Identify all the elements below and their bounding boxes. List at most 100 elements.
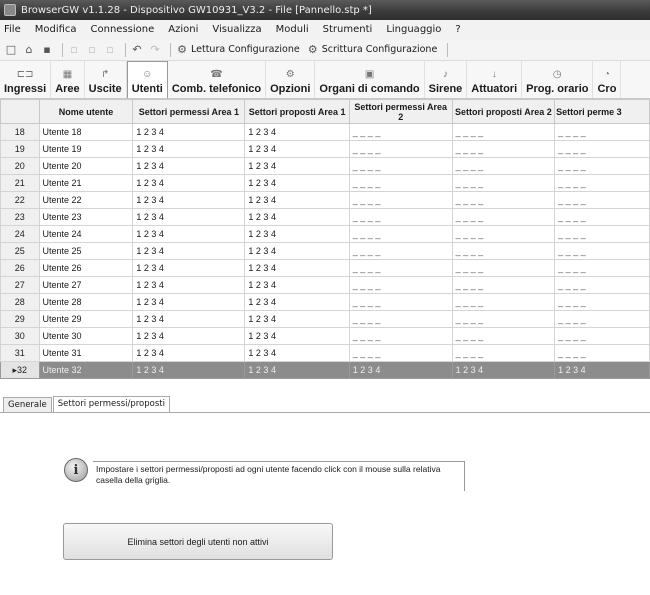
copy-icon[interactable]: ▫ — [85, 43, 99, 57]
row-number[interactable]: 22 — [0, 191, 40, 209]
tab-opzioni[interactable]: ⚙ Opzioni — [266, 61, 316, 98]
table-row[interactable]: 22 Utente 22 1 2 3 41 2 3 4 _ _ _ _ _ _ _ _ _… — [0, 191, 650, 209]
user-name-cell[interactable]: Utente 32 — [38, 361, 134, 379]
sector-cell[interactable]: 1 2 3 4 — [132, 191, 246, 209]
sector-cell[interactable]: 1 2 3 4 — [244, 327, 350, 345]
tab-cro[interactable]: ◔ Cro — [593, 61, 622, 98]
write-config-button[interactable]: ⚙ Scrittura Configurazione — [306, 43, 438, 57]
sector-cell[interactable]: 1 2 3 4 — [244, 344, 350, 362]
sector-cell[interactable]: _ _ _ _ — [554, 344, 650, 362]
menu-moduli[interactable]: Moduli — [276, 24, 309, 35]
column-header[interactable]: Settori proposti Area 1 — [244, 99, 350, 124]
menu-strumenti[interactable]: Strumenti — [323, 24, 373, 35]
tab-prog-orario[interactable]: ◷ Prog. orario — [522, 61, 594, 98]
table-row[interactable]: 31 Utente 31 1 2 3 41 2 3 4 _ _ _ _ _ _ _ _ _… — [0, 344, 650, 362]
sector-cell[interactable]: 1 2 3 4 — [348, 361, 453, 379]
sector-cell[interactable]: _ _ _ _ — [451, 157, 556, 175]
sector-cell[interactable]: 1 2 3 4 — [132, 242, 246, 260]
sector-cell[interactable]: 1 2 3 4 — [244, 140, 350, 158]
sector-cell[interactable]: _ _ _ _ — [348, 225, 453, 243]
tab-organi-di-comando[interactable]: ▣ Organi di comando — [315, 61, 425, 98]
sector-cell[interactable]: _ _ _ _ — [554, 276, 650, 294]
sector-cell[interactable]: 1 2 3 4 — [244, 208, 350, 226]
row-number[interactable]: 27 — [0, 276, 40, 294]
sector-cell[interactable]: _ _ _ _ — [554, 293, 650, 311]
table-row-selected[interactable]: ▸32 Utente 32 1 2 3 41 2 3 41 2 3 41 2 3 4… — [0, 361, 650, 379]
sector-cell[interactable]: _ _ _ _ — [348, 191, 453, 209]
row-number[interactable]: 30 — [0, 327, 40, 345]
sector-cell[interactable]: _ _ _ _ — [451, 140, 556, 158]
menu-linguaggio[interactable]: Linguaggio — [386, 24, 441, 35]
sector-cell[interactable]: _ _ _ _ — [554, 191, 650, 209]
table-row[interactable]: 20 Utente 20 1 2 3 41 2 3 4 _ _ _ _ _ _ _ _ _… — [0, 157, 650, 175]
row-number[interactable]: 29 — [0, 310, 40, 328]
user-name-cell[interactable]: Utente 21 — [38, 174, 134, 192]
sector-cell[interactable]: _ _ _ _ — [451, 276, 556, 294]
table-row[interactable]: 19 Utente 19 1 2 3 41 2 3 4 _ _ _ _ _ _ _ _ _… — [0, 140, 650, 158]
sector-cell[interactable]: _ _ _ _ — [348, 174, 453, 192]
open-folder-icon[interactable]: ⌂ — [22, 43, 36, 57]
user-name-cell[interactable]: Utente 25 — [38, 242, 134, 260]
column-header[interactable]: Nome utente — [38, 99, 134, 124]
row-number[interactable]: 26 — [0, 259, 40, 277]
sector-cell[interactable]: _ _ _ _ — [348, 157, 453, 175]
user-name-cell[interactable]: Utente 19 — [38, 140, 134, 158]
menu-file[interactable]: File — [4, 24, 21, 35]
sector-cell[interactable]: _ _ _ _ — [348, 293, 453, 311]
tab-comb-telefonico[interactable]: ☎ Comb. telefonico — [168, 61, 267, 98]
sector-cell[interactable]: _ _ _ _ — [451, 259, 556, 277]
user-name-cell[interactable]: Utente 24 — [38, 225, 134, 243]
sector-cell[interactable]: _ _ _ _ — [554, 208, 650, 226]
sector-cell[interactable]: _ _ _ _ — [554, 225, 650, 243]
sector-cell[interactable]: _ _ _ _ — [348, 259, 453, 277]
table-row[interactable]: 21 Utente 21 1 2 3 41 2 3 4 _ _ _ _ _ _ _ _ _… — [0, 174, 650, 192]
user-name-cell[interactable]: Utente 29 — [38, 310, 134, 328]
sector-cell[interactable]: 1 2 3 4 — [132, 293, 246, 311]
sector-cell[interactable]: _ _ _ _ — [451, 293, 556, 311]
tab-utenti[interactable]: ☺ Utenti — [126, 61, 168, 98]
sector-cell[interactable]: _ _ _ _ — [554, 259, 650, 277]
user-name-cell[interactable]: Utente 18 — [38, 123, 134, 141]
sector-cell[interactable]: 1 2 3 4 — [244, 259, 350, 277]
sector-cell[interactable]: 1 2 3 4 — [244, 293, 350, 311]
sector-cell[interactable]: _ _ _ _ — [451, 310, 556, 328]
sector-cell[interactable]: _ _ _ _ — [554, 157, 650, 175]
save-icon[interactable]: ▪ — [40, 43, 54, 57]
sector-cell[interactable]: 1 2 3 4 — [244, 310, 350, 328]
user-name-cell[interactable]: Utente 20 — [38, 157, 134, 175]
row-number[interactable]: 25 — [0, 242, 40, 260]
sector-cell[interactable]: 1 2 3 4 — [132, 361, 246, 379]
sector-cell[interactable]: _ _ _ _ — [451, 208, 556, 226]
sector-cell[interactable]: _ _ _ _ — [348, 276, 453, 294]
sector-cell[interactable]: _ _ _ _ — [554, 123, 650, 141]
new-file-icon[interactable]: □ — [4, 43, 18, 57]
sector-cell[interactable]: 1 2 3 4 — [132, 276, 246, 294]
sector-cell[interactable]: 1 2 3 4 — [132, 174, 246, 192]
sector-cell[interactable]: _ _ _ _ — [554, 242, 650, 260]
sector-cell[interactable]: _ _ _ _ — [554, 310, 650, 328]
row-number[interactable]: 18 — [0, 123, 40, 141]
sector-cell[interactable]: 1 2 3 4 — [244, 225, 350, 243]
menu-visualizza[interactable]: Visualizza — [212, 24, 261, 35]
sector-cell[interactable]: 1 2 3 4 — [132, 327, 246, 345]
tab-generale[interactable]: Generale — [3, 397, 52, 412]
tab-aree[interactable]: ▦ Aree — [51, 61, 85, 98]
sector-cell[interactable]: _ _ _ _ — [451, 242, 556, 260]
sector-cell[interactable]: _ _ _ _ — [451, 327, 556, 345]
sector-cell[interactable]: _ _ _ _ — [451, 344, 556, 362]
sector-cell[interactable]: _ _ _ _ — [348, 242, 453, 260]
sector-cell[interactable]: _ _ _ _ — [348, 140, 453, 158]
read-config-button[interactable]: ⚙ Lettura Configurazione — [175, 43, 300, 57]
menu-azioni[interactable]: Azioni — [168, 24, 198, 35]
sector-cell[interactable]: _ _ _ _ — [554, 140, 650, 158]
sector-cell[interactable]: 1 2 3 4 — [132, 123, 246, 141]
sector-cell[interactable]: 1 2 3 4 — [244, 242, 350, 260]
cut-icon[interactable]: ▫ — [67, 43, 81, 57]
sector-cell[interactable]: 1 2 3 4 — [244, 157, 350, 175]
sector-cell[interactable]: 1 2 3 4 — [132, 140, 246, 158]
sector-cell[interactable]: _ _ _ _ — [554, 327, 650, 345]
sector-cell[interactable]: 1 2 3 4 — [132, 259, 246, 277]
sector-cell[interactable]: _ _ _ _ — [348, 344, 453, 362]
column-header[interactable]: Settori perme 3 — [554, 99, 650, 124]
row-number[interactable]: 23 — [0, 208, 40, 226]
